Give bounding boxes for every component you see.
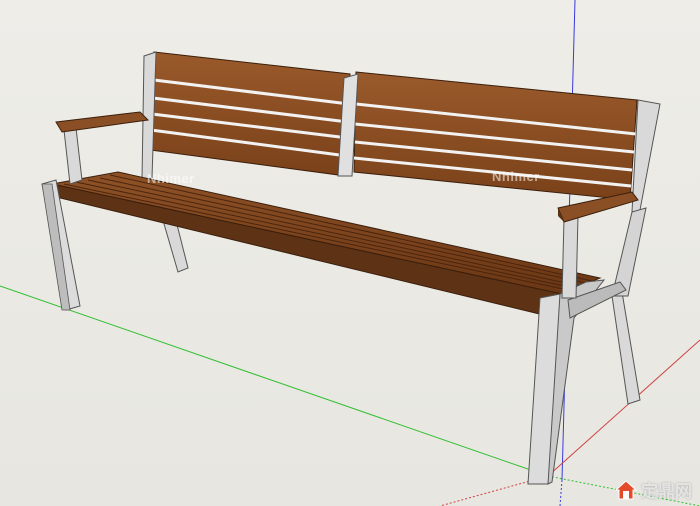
backrest-right bbox=[353, 71, 638, 201]
backrest-left bbox=[149, 51, 351, 177]
rear-leg-right bbox=[611, 291, 641, 405]
house-logo-icon bbox=[615, 479, 637, 499]
brand-logo: 定鼎网 bbox=[615, 477, 692, 502]
armrest-left bbox=[55, 111, 150, 185]
seat bbox=[51, 171, 602, 319]
green-axis bbox=[0, 285, 549, 477]
brand-text: 定鼎网 bbox=[641, 482, 692, 502]
blue-axis-dotted bbox=[559, 479, 563, 506]
front-leg-right bbox=[527, 279, 627, 485]
modeling-viewport[interactable]: Nhimer Nhimer 定鼎网 bbox=[0, 0, 700, 506]
bench-model-scene[interactable] bbox=[0, 0, 700, 506]
